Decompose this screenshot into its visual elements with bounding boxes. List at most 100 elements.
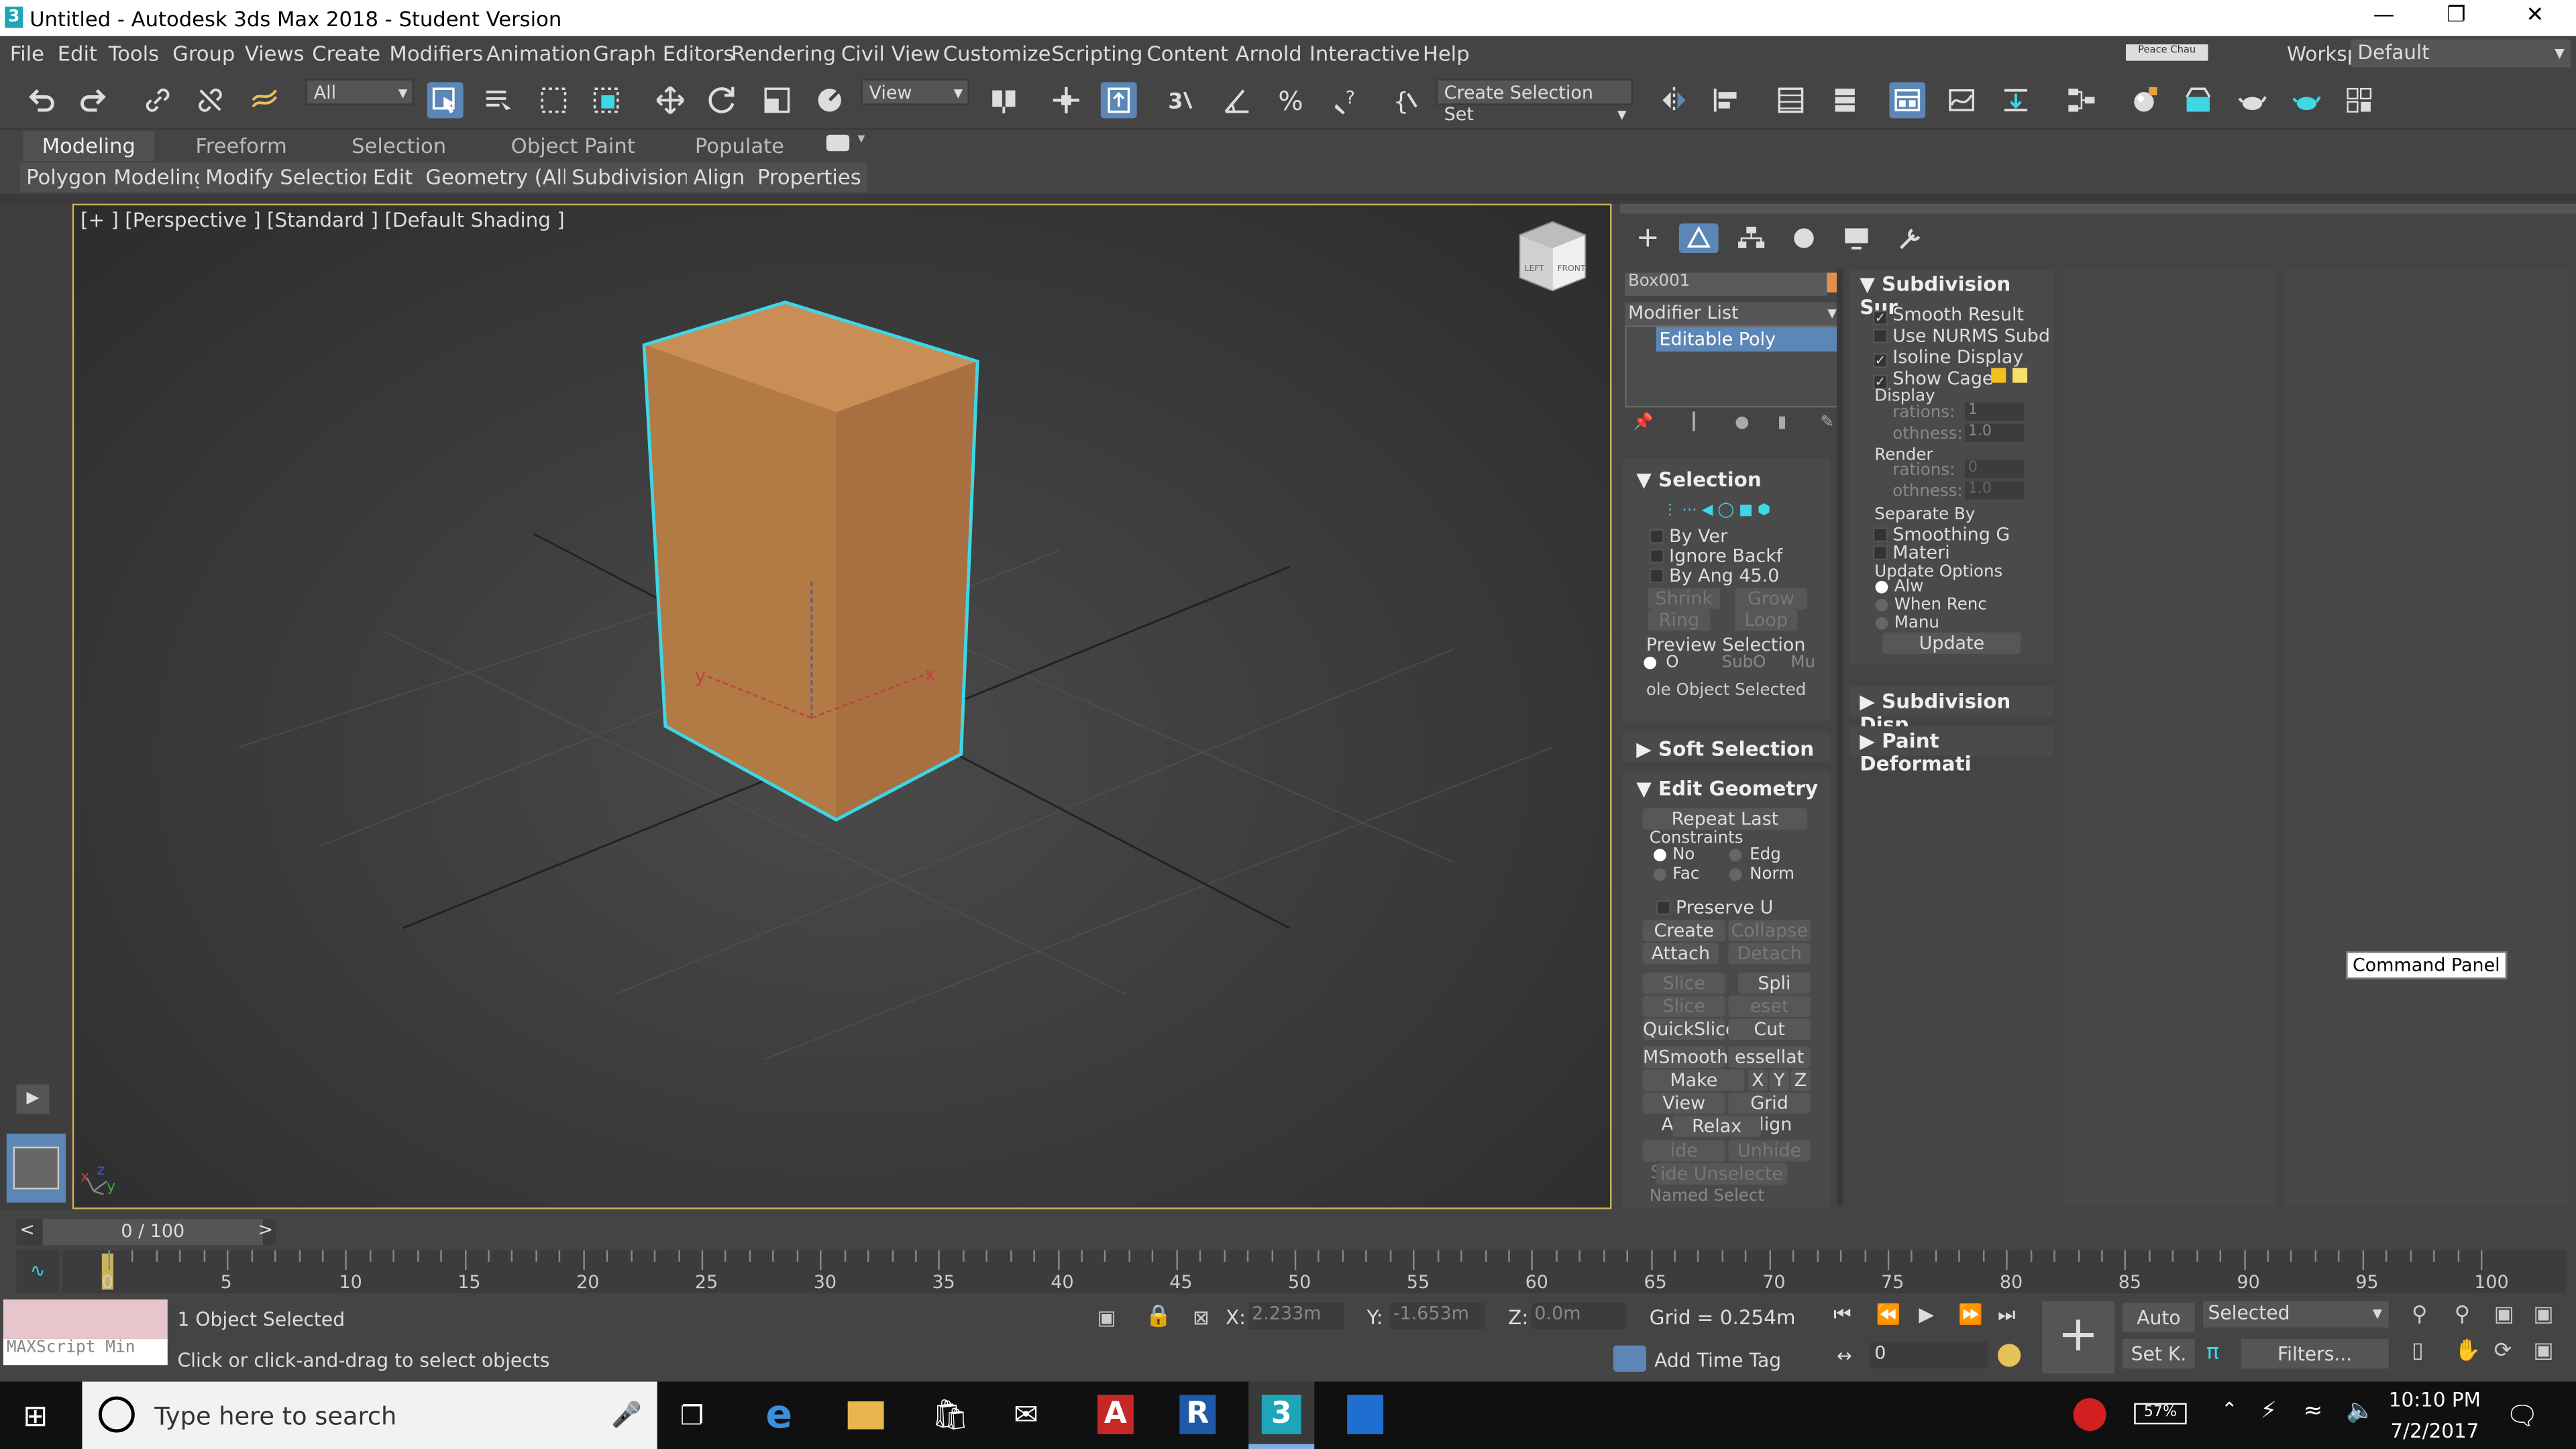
file-explorer-icon[interactable] <box>847 1401 884 1430</box>
panel-subdivision[interactable]: Subdivision <box>565 162 696 193</box>
dope-sheet-button[interactable] <box>1998 82 2034 118</box>
quickslice-button[interactable]: QuickSlice <box>1643 1018 1737 1040</box>
preview-subobj-label[interactable]: SubO <box>1722 654 1766 672</box>
z-coordinate-field[interactable]: 0.0m <box>1531 1303 1627 1330</box>
msmooth-button[interactable]: MSmooth <box>1643 1046 1728 1068</box>
by-angle-value[interactable]: 45.0 <box>1739 565 1779 586</box>
time-slider[interactable]: < 0 / 100 > <box>16 1219 276 1246</box>
undo-button[interactable] <box>23 82 59 118</box>
key-tangent-icon[interactable]: π <box>2206 1340 2219 1365</box>
create-selection-set-dropdown[interactable]: Create Selection Set ▾ <box>1436 78 1633 125</box>
detach-button[interactable]: Detach <box>1728 943 1811 965</box>
tray-chevron-up-icon[interactable]: ⌃ <box>2221 1398 2238 1421</box>
update-rendering-radio[interactable]: ● <box>1874 596 1888 614</box>
select-object-button[interactable] <box>427 82 464 119</box>
ring-button[interactable]: Ring <box>1648 609 1711 631</box>
viewcube[interactable]: LEFT FRONT <box>1519 221 1587 292</box>
cage-color-swatch[interactable] <box>1991 368 2006 383</box>
split-checkbox[interactable]: Spli <box>1738 972 1811 994</box>
make-planar-button[interactable]: Make Planar <box>1643 1069 1745 1112</box>
time-slider-thumb[interactable]: 0 / 100 <box>42 1219 263 1246</box>
ribbon-toggle[interactable] <box>1889 82 1926 119</box>
edge-browser-icon[interactable]: e <box>765 1391 792 1438</box>
mail-icon[interactable]: ✉ <box>1014 1398 1038 1432</box>
box-left-face[interactable] <box>644 345 837 820</box>
move-button[interactable] <box>652 82 688 118</box>
show-end-result-icon[interactable]: ┃ <box>1689 414 1699 432</box>
unhide-all-button[interactable]: Unhide All <box>1728 1140 1811 1183</box>
time-slider-prev-icon[interactable]: < <box>19 1219 35 1240</box>
update-always-radio[interactable]: ● <box>1874 578 1888 596</box>
constraint-edge-radio[interactable]: ● <box>1728 846 1742 864</box>
motion-tab[interactable] <box>1784 223 1824 253</box>
current-frame-field[interactable]: 0 <box>1869 1342 1988 1369</box>
field-of-view-icon[interactable]: ▯ <box>2412 1339 2424 1364</box>
revit-icon[interactable]: R <box>1179 1395 1216 1434</box>
lock-icon[interactable]: 🔒 <box>1145 1305 1172 1330</box>
pan-hand-icon[interactable]: ✋ <box>2455 1339 2481 1364</box>
go-to-end-icon[interactable]: ⏭ <box>1998 1303 2015 1328</box>
constraint-face-radio[interactable]: ● <box>1653 866 1667 884</box>
remove-modifier-icon[interactable]: ▮ <box>1778 414 1787 432</box>
make-planar-z-button[interactable]: Z <box>1790 1069 1811 1091</box>
create-button[interactable]: Create <box>1643 920 1725 942</box>
modify-tab[interactable] <box>1678 223 1719 254</box>
box-right-face[interactable] <box>836 361 978 820</box>
shrink-button[interactable]: Shrink <box>1648 588 1721 610</box>
use-nurms-checkbox[interactable]: Use NURMS Subd <box>1872 325 2050 347</box>
hide-unselected-button[interactable]: ide Unselecte <box>1656 1163 1788 1185</box>
tab-freeform[interactable]: Freeform <box>195 133 286 158</box>
zoom-all-icon[interactable]: ⚲ <box>2455 1303 2470 1328</box>
spinner-snap-toggle[interactable]: ? <box>1328 82 1364 118</box>
show-cage-checkbox[interactable]: ✓ Show Cage <box>1872 368 1994 390</box>
paint-deformation-title[interactable]: ▶ Paint Deformati <box>1860 729 2053 775</box>
user-account[interactable]: Peace Chau <box>2126 44 2208 61</box>
action-center-icon[interactable]: 🗨 <box>2506 1400 2539 1432</box>
keyboard-shortcut-toggle[interactable] <box>1100 82 1137 119</box>
preview-off-radio[interactable]: ● <box>1643 654 1657 672</box>
make-planar-x-button[interactable]: X <box>1748 1069 1768 1091</box>
perspective-viewport[interactable]: [+ ] [Perspective ] [Standard ] [Default… <box>72 203 1612 1210</box>
menu-content[interactable]: Content <box>1146 41 1228 66</box>
constraint-none-radio[interactable]: ● <box>1653 846 1667 864</box>
clock-date[interactable]: 7/2/2017 <box>2389 1419 2481 1442</box>
percent-snap-toggle[interactable]: % <box>1273 82 1309 118</box>
collapse-button[interactable]: Collapse <box>1728 920 1811 942</box>
panel-edit[interactable]: Edit <box>366 162 420 193</box>
set-key-button[interactable]: Set K. <box>2123 1338 2195 1369</box>
repeat-last-button[interactable]: Repeat Last <box>1643 808 1807 830</box>
window-crossing-button[interactable] <box>588 82 625 118</box>
layer-explorer-button[interactable] <box>1827 82 1863 118</box>
panel-geometry-all[interactable]: Geometry (All) <box>419 162 583 193</box>
render-smoothness-spinner[interactable]: 1.0 <box>1965 481 2025 500</box>
windows-start-icon[interactable]: ⊞ <box>23 1400 48 1434</box>
rendered-frame-window-button[interactable] <box>2235 82 2271 118</box>
restore-button[interactable]: ❐ <box>2432 3 2481 33</box>
subdivision-displacement-rollout[interactable]: ▶ Subdivision Disp <box>1849 686 2054 736</box>
add-time-tag-button[interactable]: Add Time Tag <box>1654 1349 1781 1372</box>
go-to-start-icon[interactable]: ⏮ <box>1833 1303 1851 1328</box>
isoline-display-checkbox[interactable]: ✓ Isoline Display <box>1872 347 2023 368</box>
maximize-viewport-icon[interactable]: ▣ <box>2533 1339 2553 1364</box>
modifier-list-dropdown[interactable]: Modifier List ▾ <box>1625 302 1843 325</box>
hierarchy-tab[interactable] <box>1731 223 1771 253</box>
unlink-button[interactable] <box>193 82 229 118</box>
clock-time[interactable]: 10:10 PM <box>2389 1388 2481 1411</box>
render-production-button[interactable] <box>2288 82 2324 118</box>
menu-create[interactable]: Create <box>312 41 380 66</box>
menu-rendering[interactable]: Rendering <box>731 41 836 66</box>
preview-multi-label[interactable]: Mu <box>1790 654 1815 672</box>
menu-group[interactable]: Group <box>172 41 235 66</box>
by-angle-checkbox[interactable]: By Ang 45.0 <box>1649 565 1779 586</box>
render-iterations-spinner[interactable]: 0 <box>1965 460 2025 478</box>
security-shield-icon[interactable] <box>1347 1395 1384 1434</box>
edit-named-selection-button[interactable]: { <box>1388 82 1424 118</box>
ignore-backfacing-checkbox[interactable]: Ignore Backf <box>1649 545 1782 567</box>
cut-button[interactable]: Cut <box>1728 1018 1811 1040</box>
tessellate-button[interactable]: essellat <box>1728 1046 1811 1068</box>
store-icon[interactable]: 🛍 <box>932 1398 969 1432</box>
paint-deformation-rollout[interactable]: ▶ Paint Deformati <box>1849 726 2054 775</box>
select-manipulate-button[interactable] <box>1048 82 1084 118</box>
zoom-extents-icon[interactable]: ▣ <box>2494 1303 2514 1328</box>
absolute-mode-icon[interactable]: ⊠ <box>1193 1306 1210 1329</box>
